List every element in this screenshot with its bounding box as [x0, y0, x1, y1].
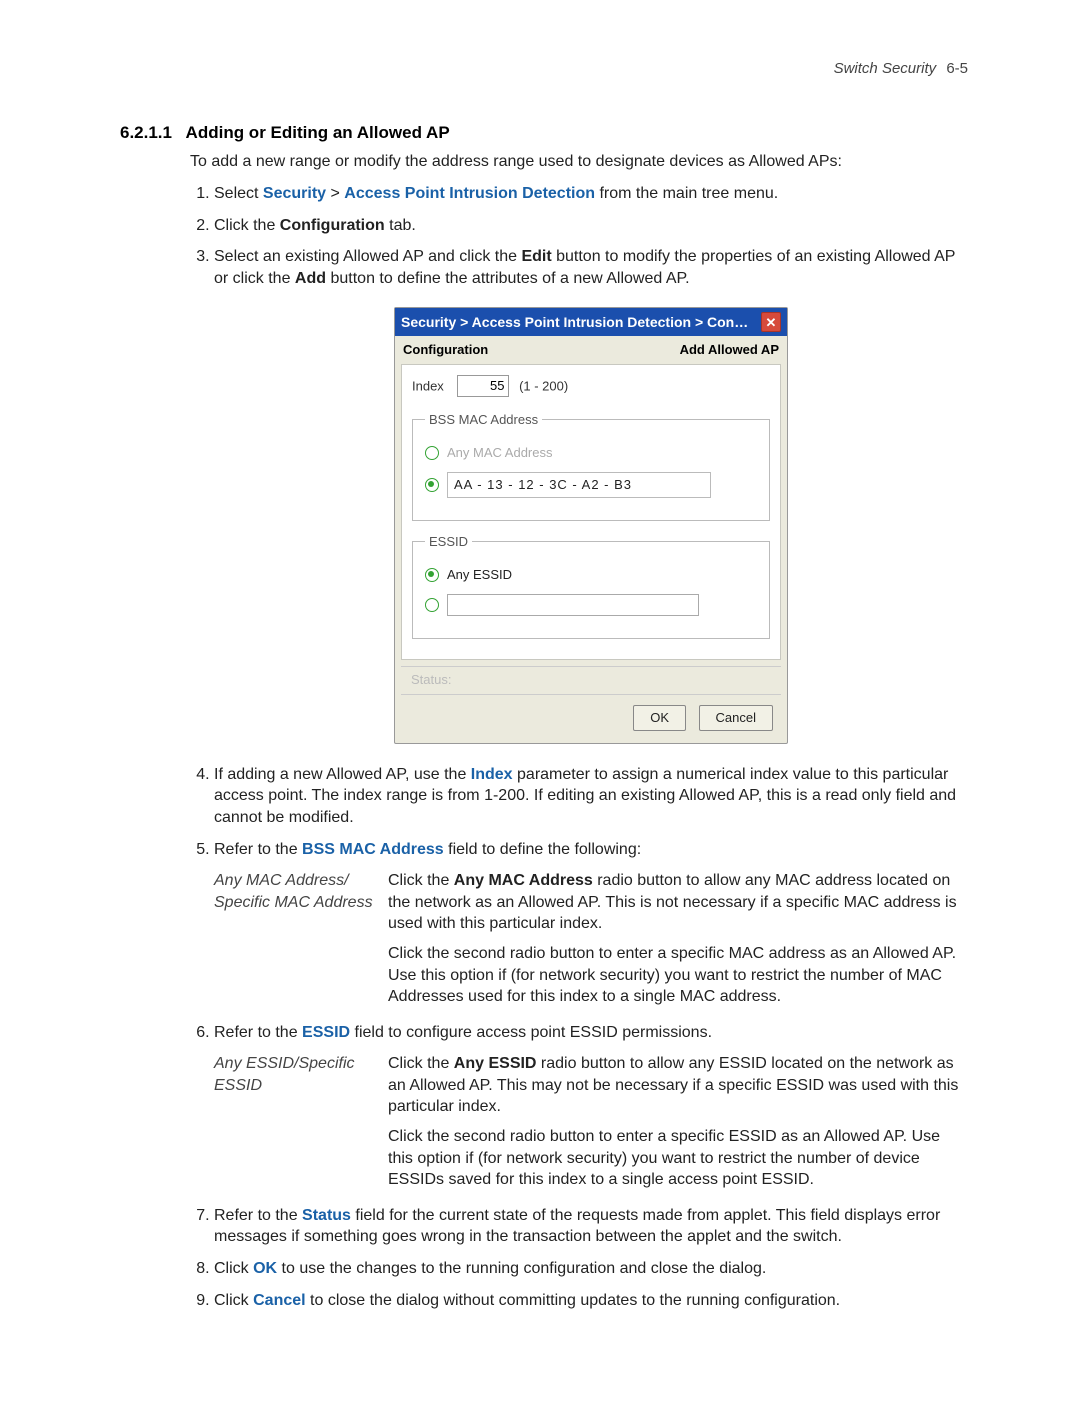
header-section: Switch Security	[834, 60, 937, 77]
section-heading: 6.2.1.1 Adding or Editing an Allowed AP	[120, 123, 968, 143]
bss-definition-table: Any MAC Address/ Specific MAC Address Cl…	[214, 870, 968, 1008]
index-hint: (1 - 200)	[519, 378, 568, 393]
any-essid-label: Any ESSID	[447, 566, 512, 584]
essid-legend: ESSID	[425, 533, 472, 551]
term-any-essid: Any ESSID/Specific ESSID	[214, 1053, 374, 1191]
dialog-body: Index (1 - 200) BSS MAC Address Any MAC …	[401, 364, 781, 660]
cancel-button[interactable]: Cancel	[699, 705, 773, 731]
table-row: Any ESSID/Specific ESSID Click the Any E…	[214, 1053, 968, 1191]
essid-definition-table: Any ESSID/Specific ESSID Click the Any E…	[214, 1053, 968, 1191]
subhead-left: Configuration	[403, 341, 488, 359]
essid-fieldset: ESSID Any ESSID	[412, 533, 770, 639]
radio-specific-essid[interactable]	[425, 594, 757, 616]
header-page: 6-5	[946, 60, 968, 77]
ok-button[interactable]: OK	[633, 705, 686, 731]
step-5: Refer to the BSS MAC Address field to de…	[214, 839, 968, 1008]
desc-any-essid: Click the Any ESSID radio button to allo…	[388, 1053, 968, 1191]
radio-specific-mac[interactable]: AA - 13 - 12 - 3C - A2 - B3	[425, 472, 757, 498]
step-2: Click the Configuration tab.	[214, 215, 968, 237]
radio-any-essid[interactable]: Any ESSID	[425, 566, 757, 584]
essid-input[interactable]	[447, 594, 699, 616]
index-row: Index (1 - 200)	[412, 375, 770, 397]
desc-any-mac: Click the Any MAC Address radio button t…	[388, 870, 968, 1008]
radio-icon	[425, 446, 439, 460]
heading-text: Adding or Editing an Allowed AP	[186, 123, 450, 142]
dialog-subheader: Configuration Add Allowed AP	[395, 336, 787, 362]
link-apid: Access Point Intrusion Detection	[344, 185, 595, 202]
running-header: Switch Security 6-5	[120, 60, 968, 77]
add-allowed-ap-dialog: Security > Access Point Intrusion Detect…	[394, 307, 788, 743]
step-list: Select Security > Access Point Intrusion…	[190, 183, 968, 1311]
radio-icon	[425, 568, 439, 582]
radio-icon	[425, 598, 439, 612]
step-9: Click Cancel to close the dialog without…	[214, 1290, 968, 1312]
heading-number: 6.2.1.1	[120, 123, 172, 142]
dialog-title: Security > Access Point Intrusion Detect…	[401, 313, 748, 332]
step-1: Select Security > Access Point Intrusion…	[214, 183, 968, 205]
radio-icon	[425, 478, 439, 492]
status-label: Status:	[401, 666, 781, 691]
step-4: If adding a new Allowed AP, use the Inde…	[214, 764, 968, 829]
mac-address-input[interactable]: AA - 13 - 12 - 3C - A2 - B3	[447, 472, 711, 498]
any-mac-label: Any MAC Address	[447, 444, 553, 462]
page: Switch Security 6-5 6.2.1.1 Adding or Ed…	[0, 0, 1080, 1421]
term-any-mac: Any MAC Address/ Specific MAC Address	[214, 870, 374, 1008]
dialog-footer: OK Cancel	[401, 694, 781, 735]
index-input[interactable]	[457, 375, 509, 397]
radio-any-mac[interactable]: Any MAC Address	[425, 444, 757, 462]
bss-legend: BSS MAC Address	[425, 411, 542, 429]
step-8: Click OK to use the changes to the runni…	[214, 1258, 968, 1280]
table-row: Any MAC Address/ Specific MAC Address Cl…	[214, 870, 968, 1008]
index-label: Index	[412, 378, 444, 393]
step-3: Select an existing Allowed AP and click …	[214, 246, 968, 744]
step-6: Refer to the ESSID field to configure ac…	[214, 1022, 968, 1191]
step-7: Refer to the Status field for the curren…	[214, 1205, 968, 1248]
subhead-right: Add Allowed AP	[680, 341, 779, 359]
dialog-titlebar: Security > Access Point Intrusion Detect…	[395, 308, 787, 336]
close-icon[interactable]: ✕	[761, 312, 781, 332]
link-security: Security	[263, 185, 326, 202]
intro-text: To add a new range or modify the address…	[190, 153, 968, 171]
bss-mac-fieldset: BSS MAC Address Any MAC Address AA - 13 …	[412, 411, 770, 521]
